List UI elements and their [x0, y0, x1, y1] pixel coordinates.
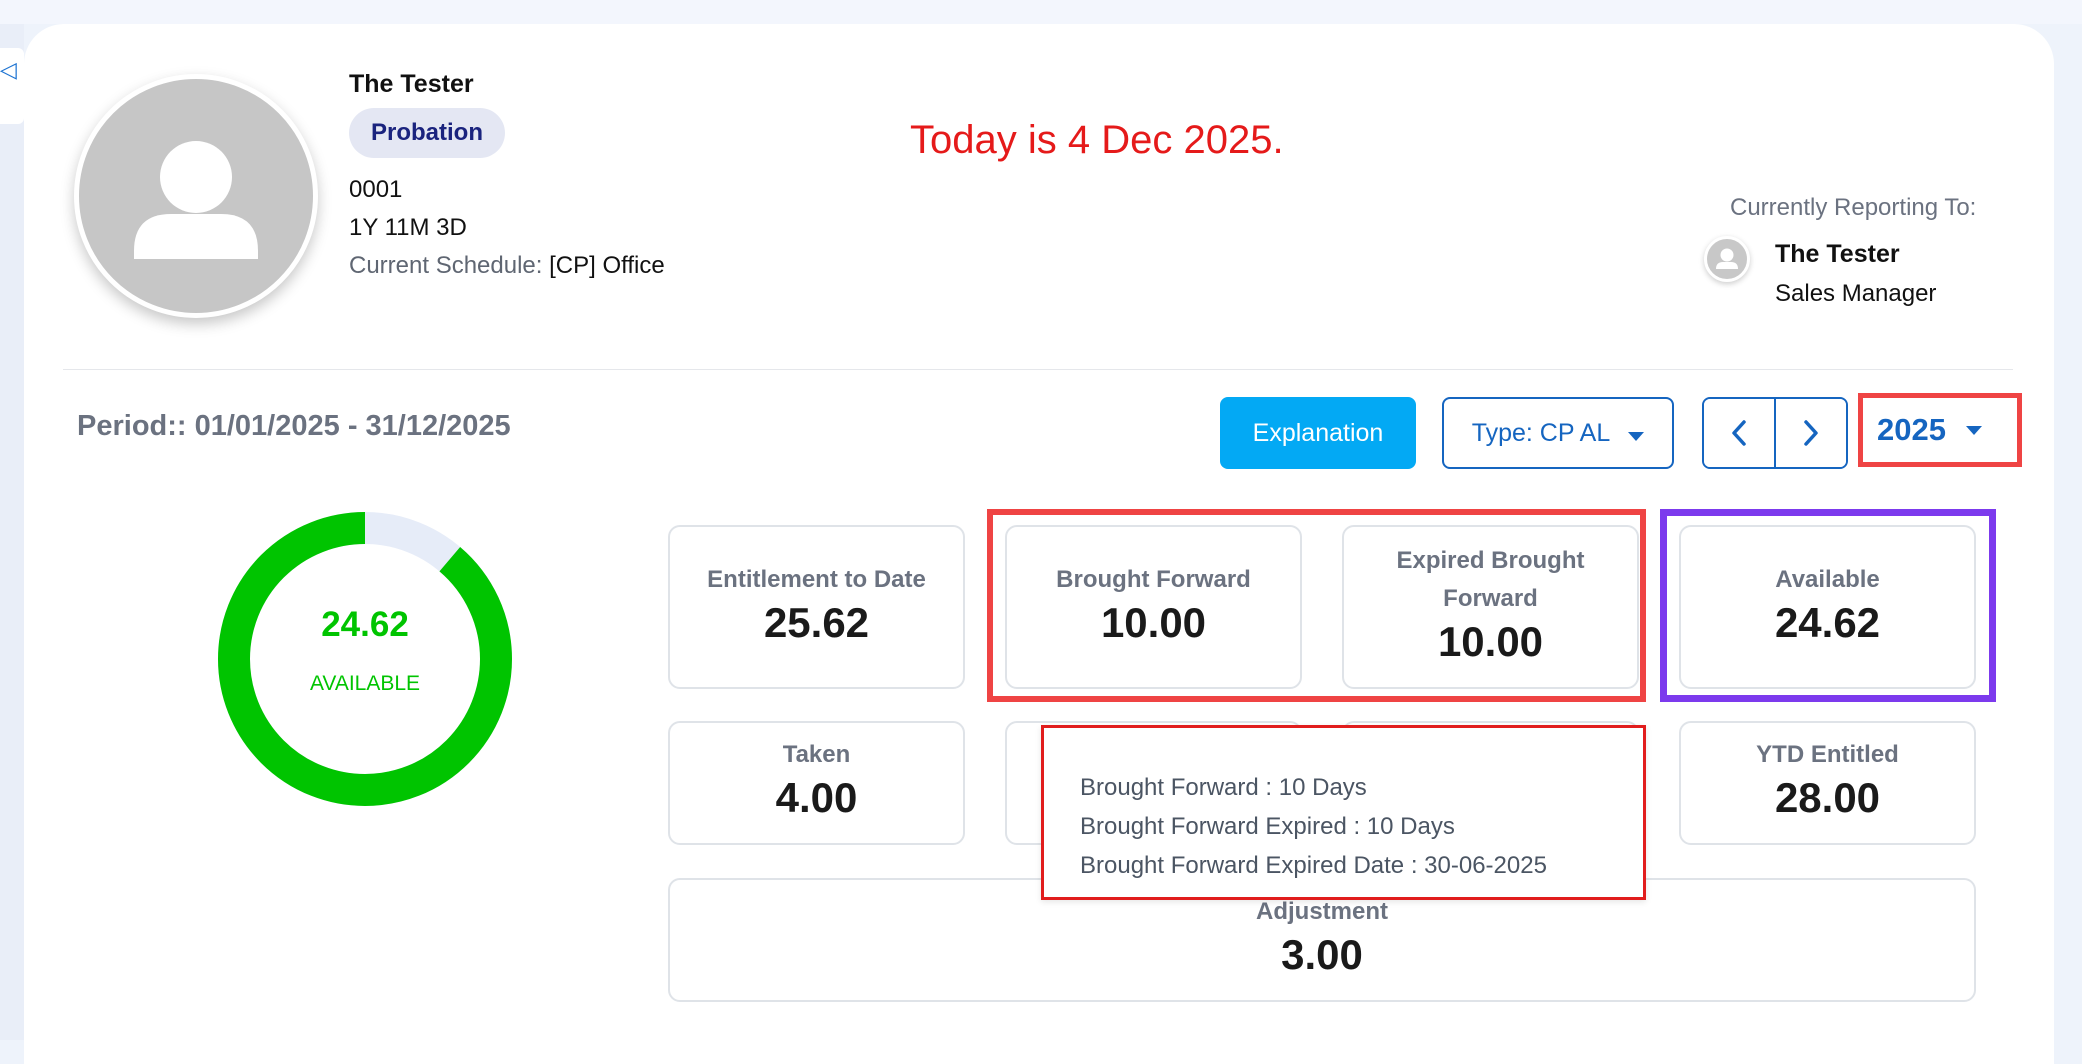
explanation-button[interactable]: Explanation: [1220, 397, 1416, 469]
expired-brought-forward-card: Expired Brought Forward 10.00: [1342, 525, 1639, 689]
stat-label: Brought Forward: [1056, 566, 1251, 593]
sidebar-strip: [0, 24, 24, 1040]
stat-value: 24.62: [1774, 599, 1881, 646]
stat-label: YTD Entitled: [1756, 741, 1899, 768]
period-label: Period:: 01/01/2025 - 31/12/2025: [77, 410, 511, 442]
caret-down-icon: [1628, 431, 1645, 441]
stat-value: 10.00: [1437, 618, 1544, 665]
stat-value: 4.00: [775, 774, 858, 821]
manager-avatar: [1704, 236, 1750, 282]
reporting-label: Currently Reporting To:: [1730, 194, 1977, 221]
year-dropdown[interactable]: 2025: [1858, 393, 2022, 467]
user-placeholder-icon: [134, 141, 258, 259]
collapse-arrow-icon[interactable]: ◁: [0, 59, 17, 81]
stat-label-line1: Expired Brought: [1396, 547, 1585, 574]
stat-value: 25.62: [763, 599, 870, 646]
brought-forward-card: Brought Forward 10.00: [1005, 525, 1302, 689]
stat-label: Taken: [782, 741, 851, 768]
caret-down-icon: [1965, 425, 1982, 435]
stat-value: 3.00: [1281, 931, 1363, 978]
stat-value: 28.00: [1774, 774, 1881, 821]
stat-label-line2: Forward: [1443, 585, 1538, 612]
donut-label: AVAILABLE: [309, 672, 421, 695]
brought-forward-tooltip: Brought Forward : 10 Days Brought Forwar…: [1041, 725, 1646, 900]
top-background: [0, 0, 2082, 24]
stat-label: Available: [1775, 566, 1880, 593]
chevron-right-icon: [1804, 420, 1818, 446]
ytd-entitled-card: YTD Entitled 28.00: [1679, 721, 1976, 845]
year-value: 2025: [1877, 412, 1946, 447]
employee-id: 0001: [349, 176, 403, 203]
previous-year-button[interactable]: [1704, 399, 1774, 467]
donut-available-arc: [218, 512, 512, 806]
tooltip-line: Brought Forward Expired Date : 30-06-202…: [1080, 852, 1547, 879]
year-navigation: [1702, 397, 1848, 469]
leave-type-label: Type: CP AL: [1471, 418, 1610, 447]
avatar: [74, 74, 318, 318]
schedule-value: [CP] Office: [549, 252, 665, 279]
stat-label: Entitlement to Date: [707, 566, 926, 593]
manager-title: Sales Manager: [1775, 280, 1937, 307]
donut-value: 24.62: [321, 605, 409, 644]
available-card: Available 24.62: [1679, 525, 1976, 689]
employee-name: The Tester: [349, 70, 474, 98]
available-donut-chart: [218, 512, 512, 806]
tooltip-line: Brought Forward Expired : 10 Days: [1080, 813, 1455, 840]
tooltip-line: Brought Forward : 10 Days: [1080, 774, 1367, 801]
leave-type-dropdown[interactable]: Type: CP AL: [1442, 397, 1674, 469]
employee-tenure: 1Y 11M 3D: [349, 214, 467, 241]
next-year-button[interactable]: [1774, 399, 1846, 467]
current-schedule: Current Schedule: [CP] Office: [349, 252, 665, 280]
manager-name: The Tester: [1775, 240, 1900, 268]
chevron-left-icon: [1732, 420, 1746, 446]
user-placeholder-icon: [1716, 248, 1738, 269]
entitlement-to-date-card: Entitlement to Date 25.62: [668, 525, 965, 689]
section-divider: [63, 369, 2013, 370]
status-badge: Probation: [349, 108, 505, 158]
stat-value: 10.00: [1100, 599, 1207, 646]
schedule-label: Current Schedule:: [349, 252, 543, 279]
today-annotation: Today is 4 Dec 2025.: [910, 118, 1284, 162]
taken-card: Taken 4.00: [668, 721, 965, 845]
